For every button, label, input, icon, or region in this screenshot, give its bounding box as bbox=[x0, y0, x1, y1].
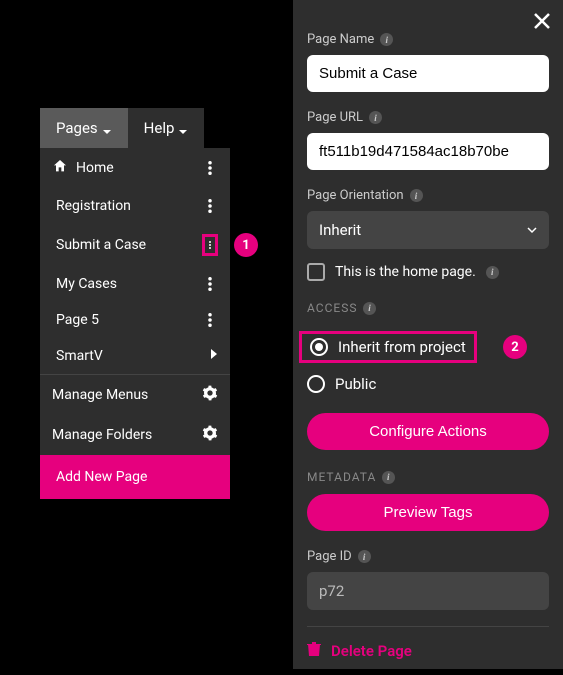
page-label: Home bbox=[76, 160, 114, 176]
kebab-icon[interactable] bbox=[202, 276, 218, 292]
radio-label: Public bbox=[335, 375, 376, 393]
gear-icon bbox=[202, 385, 218, 405]
page-name-label: Page Name i bbox=[307, 32, 549, 47]
menu-label: Manage Folders bbox=[52, 427, 152, 443]
preview-tags-button[interactable]: Preview Tags bbox=[307, 494, 549, 531]
home-page-checkbox-row[interactable]: This is the home page. i bbox=[307, 263, 549, 281]
page-url-label: Page URL i bbox=[307, 110, 549, 125]
page-id-field: p72 bbox=[307, 572, 549, 610]
page-settings-panel: Page Name i Page URL i Page Orientation … bbox=[293, 0, 563, 669]
kebab-icon[interactable] bbox=[202, 198, 218, 214]
delete-page-button[interactable]: Delete Page bbox=[307, 626, 549, 675]
page-item-my-cases[interactable]: My Cases bbox=[40, 266, 230, 302]
gear-icon bbox=[202, 425, 218, 445]
tab-help[interactable]: Help bbox=[128, 108, 205, 148]
delete-label: Delete Page bbox=[331, 642, 412, 660]
page-item-home[interactable]: Home bbox=[40, 148, 230, 188]
tab-pages[interactable]: Pages bbox=[40, 108, 128, 148]
page-id-label: Page ID i bbox=[307, 549, 549, 564]
close-button[interactable] bbox=[533, 12, 551, 34]
tab-help-label: Help bbox=[144, 119, 175, 137]
kebab-icon[interactable] bbox=[202, 312, 218, 328]
access-section-header: ACCESS i bbox=[307, 301, 549, 315]
radio-label: Inherit from project bbox=[338, 338, 466, 356]
highlighted-radio-option: Inherit from project bbox=[299, 331, 477, 363]
menu-label: Manage Menus bbox=[52, 387, 148, 403]
tab-pages-label: Pages bbox=[56, 119, 98, 137]
info-icon[interactable]: i bbox=[486, 266, 499, 279]
page-label: Submit a Case bbox=[56, 237, 146, 253]
metadata-section-header: METADATA i bbox=[307, 470, 549, 484]
trash-icon bbox=[307, 641, 321, 661]
access-inherit-radio[interactable]: Inherit from project 2 bbox=[307, 325, 549, 369]
select-value: Inherit bbox=[319, 221, 361, 239]
chevron-down-icon bbox=[527, 221, 537, 239]
chevron-right-icon bbox=[210, 348, 218, 364]
info-icon[interactable]: i bbox=[363, 302, 376, 315]
info-icon[interactable]: i bbox=[369, 111, 382, 124]
callout-badge-2: 2 bbox=[503, 335, 527, 359]
configure-actions-button[interactable]: Configure Actions bbox=[307, 413, 549, 450]
pages-dropdown-panel: Pages Help Home Registra bbox=[40, 108, 230, 499]
tab-bar: Pages Help bbox=[40, 108, 230, 148]
page-label: Page 5 bbox=[56, 312, 99, 328]
page-label: SmartV bbox=[56, 348, 103, 364]
page-item-smartv[interactable]: SmartV bbox=[40, 338, 230, 374]
page-item-registration[interactable]: Registration bbox=[40, 188, 230, 224]
page-label: My Cases bbox=[56, 276, 117, 292]
radio-icon[interactable] bbox=[307, 375, 325, 393]
callout-badge-1: 1 bbox=[234, 233, 258, 257]
page-orientation-label: Page Orientation i bbox=[307, 188, 549, 203]
checkbox-icon[interactable] bbox=[307, 263, 325, 281]
info-icon[interactable]: i bbox=[380, 33, 393, 46]
chevron-down-icon bbox=[102, 123, 112, 133]
page-url-input[interactable] bbox=[307, 133, 549, 170]
info-icon[interactable]: i bbox=[358, 550, 371, 563]
info-icon[interactable]: i bbox=[382, 471, 395, 484]
info-icon[interactable]: i bbox=[410, 189, 423, 202]
access-public-radio[interactable]: Public bbox=[307, 369, 549, 399]
home-icon bbox=[52, 158, 68, 178]
page-item-submit-case[interactable]: Submit a Case 1 bbox=[40, 224, 230, 266]
radio-icon[interactable] bbox=[310, 338, 328, 356]
menu-manage-folders[interactable]: Manage Folders bbox=[40, 415, 230, 455]
kebab-icon-highlighted[interactable] bbox=[202, 234, 218, 256]
page-name-input[interactable] bbox=[307, 55, 549, 92]
page-item-page5[interactable]: Page 5 bbox=[40, 302, 230, 338]
page-orientation-select[interactable]: Inherit bbox=[307, 211, 549, 249]
kebab-icon[interactable] bbox=[202, 160, 218, 176]
pages-list: Home Registration Submit a Case 1 My Cas… bbox=[40, 148, 230, 499]
page-label: Registration bbox=[56, 198, 131, 214]
chevron-down-icon bbox=[178, 123, 188, 133]
add-new-page-button[interactable]: Add New Page bbox=[40, 455, 230, 499]
menu-manage-menus[interactable]: Manage Menus bbox=[40, 374, 230, 415]
checkbox-label: This is the home page. bbox=[335, 264, 476, 280]
